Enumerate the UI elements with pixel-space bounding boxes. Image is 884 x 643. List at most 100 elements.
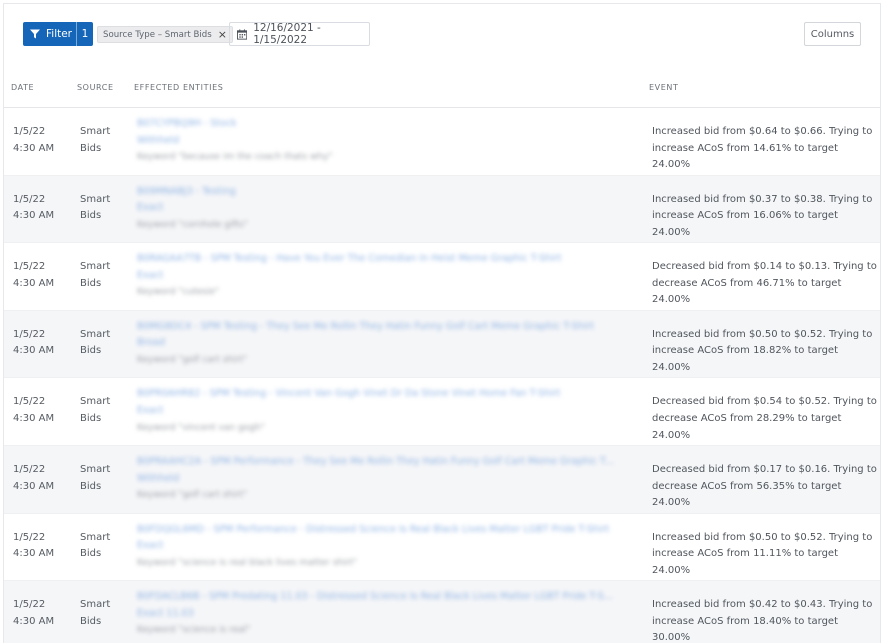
table-row[interactable]: 1/5/22 4:30 AM Smart Bids B0PRAAHC2A - SPM P… — [4, 445, 880, 514]
entity-keyword: Keyword "science is real black lives mat… — [137, 557, 357, 568]
entity-keyword: Keyword "science is real" — [137, 625, 251, 636]
row-entities: B0PR0AHR82 - SPM Testing - Vincent Van G… — [137, 386, 617, 436]
row-date-time: 4:30 AM — [13, 210, 55, 222]
filter-button-label: Filter — [46, 28, 73, 40]
row-source-line1: Smart — [80, 396, 111, 408]
row-source-line2: Bids — [80, 548, 102, 560]
row-date-time: 4:30 AM — [13, 277, 55, 289]
activity-log-panel: Filter 1 Source Type – Smart Bids × 12/1… — [3, 3, 881, 643]
row-source: Smart Bids — [80, 394, 130, 427]
entity-keyword: Keyword "golf cart shirt" — [137, 354, 248, 365]
row-event: Decreased bid from $0.54 to $0.52. Tryin… — [652, 396, 877, 441]
row-source-line2: Bids — [80, 615, 102, 627]
row-source-line1: Smart — [80, 531, 111, 543]
entity-keyword: Keyword "cornhole gifts" — [137, 219, 248, 230]
filter-count-badge: 1 — [81, 28, 89, 40]
entity-link-match-type[interactable]: Exact 11.03 — [137, 606, 617, 623]
entity-link[interactable]: B09MNABJ3 - Testing — [137, 184, 617, 201]
header-event[interactable]: EVENT — [649, 83, 678, 92]
row-date-time: 4:30 AM — [13, 345, 55, 357]
entity-link[interactable]: B0MG8DC4 - SPM Testing - They See Me Rol… — [137, 319, 617, 336]
entity-link[interactable]: B0RAGAA7TB - SPM Testing - Have You Ever… — [137, 251, 617, 268]
row-source: Smart Bids — [80, 462, 130, 495]
row-source: Smart Bids — [80, 124, 130, 157]
row-date-day: 1/5/22 — [13, 193, 46, 205]
entity-link-match-type[interactable]: Withheld — [137, 133, 617, 150]
filter-button[interactable]: Filter 1 — [23, 22, 93, 46]
table-row[interactable]: 1/5/22 4:30 AM Smart Bids B0FDQGL6MD - SPM P… — [4, 514, 880, 582]
row-date: 1/5/22 4:30 AM — [13, 259, 73, 292]
table-row[interactable]: 1/5/22 4:30 AM Smart Bids B07CYPBQ9H - Stock… — [4, 108, 880, 176]
row-event: Decreased bid from $0.14 to $0.13. Tryin… — [652, 261, 877, 306]
calendar-icon — [237, 28, 248, 40]
row-source: Smart Bids — [80, 192, 130, 225]
row-date-day: 1/5/22 — [13, 463, 46, 475]
columns-button[interactable]: Columns — [804, 22, 861, 46]
entity-keyword: Keyword "cutesie" — [137, 287, 220, 298]
entity-link-match-type[interactable]: Broad — [137, 335, 617, 352]
row-date: 1/5/22 4:30 AM — [13, 327, 73, 360]
row-source: Smart Bids — [80, 327, 130, 360]
row-date-time: 4:30 AM — [13, 615, 55, 627]
row-entities: B07CYPBQ9H - Stock Withheld Keyword "becau… — [137, 116, 617, 166]
funnel-icon — [30, 29, 40, 39]
row-date: 1/5/22 4:30 AM — [13, 124, 73, 157]
row-entities: B0FDQGL6MD - SPM Performance - Distresse… — [137, 522, 617, 572]
close-icon[interactable]: × — [218, 29, 227, 40]
row-event: Increased bid from $0.50 to $0.52. Tryin… — [652, 531, 873, 576]
row-event: Increased bid from $0.64 to $0.66. Tryin… — [652, 126, 873, 171]
table-row[interactable]: 1/5/22 4:30 AM Smart Bids B0PR0AHR82 - SPM T… — [4, 378, 880, 446]
entity-link-match-type[interactable]: Exact — [137, 200, 617, 217]
row-event: Decreased bid from $0.17 to $0.16. Tryin… — [652, 463, 877, 509]
entity-keyword: Keyword "because im the coach thats why" — [137, 152, 333, 163]
row-date: 1/5/22 4:30 AM — [13, 192, 73, 225]
row-source-line2: Bids — [80, 345, 102, 357]
table-row[interactable]: 1/5/22 4:30 AM Smart Bids B09MNABJ3 - Testin… — [4, 175, 880, 244]
entity-link-match-type[interactable]: Withheld — [137, 471, 617, 488]
row-date: 1/5/22 4:30 AM — [13, 597, 73, 630]
row-entities: B0RAGAA7TB - SPM Testing - Have You Ever… — [137, 251, 617, 301]
row-date-day: 1/5/22 — [13, 396, 46, 408]
header-date[interactable]: DATE — [11, 83, 34, 92]
row-event: Increased bid from $0.37 to $0.38. Tryin… — [652, 193, 873, 238]
entity-keyword: Keyword "vincent van gogh" — [137, 422, 265, 433]
row-source-line1: Smart — [80, 193, 111, 205]
header-effected-entities[interactable]: EFFECTED ENTITIES — [134, 83, 223, 92]
entity-keyword: Keyword "golf cart shirt" — [137, 490, 248, 501]
table-header: DATE SOURCE EFFECTED ENTITIES EVENT — [4, 66, 880, 108]
entity-link[interactable]: B0FDQGL6MD - SPM Performance - Distresse… — [137, 522, 617, 539]
row-source-line2: Bids — [80, 412, 102, 424]
row-date-day: 1/5/22 — [13, 261, 46, 273]
row-source-line2: Bids — [80, 210, 102, 222]
row-date-time: 4:30 AM — [13, 412, 55, 424]
entity-link[interactable]: B07CYPBQ9H - Stock — [137, 116, 617, 133]
row-date-day: 1/5/22 — [13, 328, 46, 340]
row-entities: B0FDACLB6B - SPM Predating 11.03 - Distr… — [137, 589, 617, 639]
table-row[interactable]: 1/5/22 4:30 AM Smart Bids B0RAGAA7TB - SPM T… — [4, 243, 880, 311]
row-source-line1: Smart — [80, 463, 111, 475]
row-date: 1/5/22 4:30 AM — [13, 530, 73, 563]
row-date-time: 4:30 AM — [13, 142, 55, 154]
row-source-line1: Smart — [80, 599, 111, 611]
toolbar: Filter 1 Source Type – Smart Bids × 12/1… — [4, 4, 880, 64]
row-source: Smart Bids — [80, 597, 130, 630]
entity-link[interactable]: B0PR0AHR82 - SPM Testing - Vincent Van G… — [137, 386, 617, 403]
entity-link-match-type[interactable]: Exact — [137, 268, 617, 285]
row-date-time: 4:30 AM — [13, 480, 55, 492]
header-source[interactable]: SOURCE — [77, 83, 114, 92]
row-source-line2: Bids — [80, 142, 102, 154]
entity-link[interactable]: B0FDACLB6B - SPM Predating 11.03 - Distr… — [137, 589, 617, 606]
entity-link-match-type[interactable]: Exact — [137, 538, 617, 555]
row-date-time: 4:30 AM — [13, 548, 55, 560]
table-row[interactable]: 1/5/22 4:30 AM Smart Bids B0FDACLB6B - SPM P… — [4, 581, 880, 643]
row-entities: B09MNABJ3 - Testing Exact Keyword "cornhol… — [137, 184, 617, 234]
table-row[interactable]: 1/5/22 4:30 AM Smart Bids B0MG8DC4 - SPM Tes… — [4, 310, 880, 379]
date-range-picker[interactable]: 12/16/2021 - 1/15/2022 — [229, 22, 370, 46]
row-source-line1: Smart — [80, 328, 111, 340]
entity-link-match-type[interactable]: Exact — [137, 403, 617, 420]
row-entities: B0MG8DC4 - SPM Testing - They See Me Rol… — [137, 319, 617, 369]
row-source: Smart Bids — [80, 530, 130, 563]
entity-link[interactable]: B0PRAAHC2A - SPM Performance - They See … — [137, 454, 617, 471]
date-range-text: 12/16/2021 - 1/15/2022 — [253, 22, 321, 46]
row-date: 1/5/22 4:30 AM — [13, 394, 73, 427]
